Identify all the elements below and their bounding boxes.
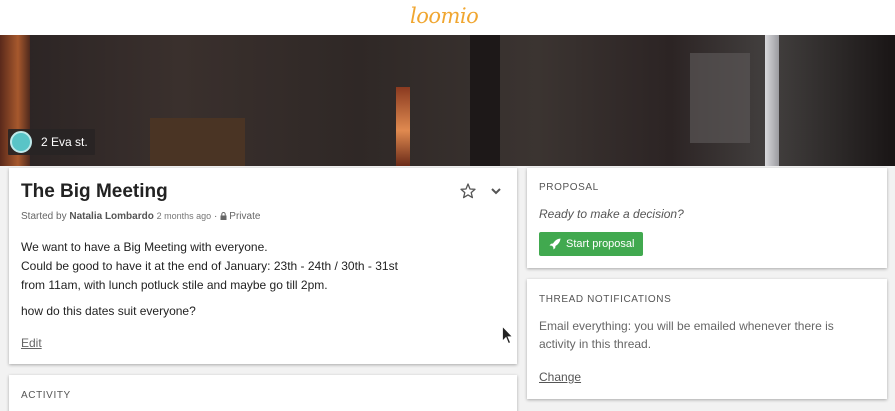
description-question: how do this dates suit everyone?	[21, 304, 196, 318]
description-line: We want to have a Big Meeting with every…	[21, 240, 268, 254]
start-proposal-button[interactable]: Start proposal	[539, 232, 643, 256]
mouse-cursor-icon	[502, 326, 513, 345]
privacy-label: Private	[229, 211, 261, 222]
group-cover-photo	[0, 35, 895, 166]
proposal-card: PROPOSAL Ready to make a decision? Start…	[527, 168, 887, 268]
proposal-prompt: Ready to make a decision?	[539, 207, 684, 221]
activity-label: ACTIVITY	[21, 390, 71, 401]
thread-meta: Started by Natalia Lombardo 2 months ago…	[21, 211, 260, 222]
edit-thread-link[interactable]: Edit	[21, 336, 42, 350]
thread-card: The Big Meeting Started by Natalia Lomba…	[9, 168, 517, 364]
loomio-logo[interactable]: loomio	[410, 4, 479, 28]
top-bar: loomio	[0, 0, 895, 35]
proposal-label: PROPOSAL	[539, 182, 599, 193]
description-line: Could be good to have it at the end of J…	[21, 259, 398, 273]
started-by-label: Started by	[21, 211, 67, 222]
notifications-label: THREAD NOTIFICATIONS	[539, 294, 672, 305]
notifications-description: Email everything: you will be emailed wh…	[539, 319, 834, 351]
lock-icon	[220, 212, 227, 220]
rocket-icon	[549, 238, 561, 250]
star-icon[interactable]	[460, 183, 476, 199]
chevron-down-icon[interactable]	[490, 186, 502, 196]
thread-description: We want to have a Big Meeting with every…	[21, 238, 398, 321]
privacy-separator: ·	[213, 211, 218, 222]
thread-title: The Big Meeting	[21, 181, 168, 202]
description-line: from 11am, with lunch potluck stile and …	[21, 278, 328, 292]
author-name[interactable]: Natalia Lombardo	[69, 211, 153, 222]
time-ago: 2 months ago	[156, 211, 212, 221]
group-name: 2 Eva st.	[41, 135, 88, 149]
group-link[interactable]: 2 Eva st.	[8, 129, 95, 155]
change-notifications-link[interactable]: Change	[539, 370, 581, 384]
activity-card: ACTIVITY	[9, 375, 517, 411]
group-avatar	[10, 131, 32, 153]
thread-notifications-card: THREAD NOTIFICATIONS Email everything: y…	[527, 279, 887, 399]
start-proposal-label: Start proposal	[566, 238, 635, 250]
